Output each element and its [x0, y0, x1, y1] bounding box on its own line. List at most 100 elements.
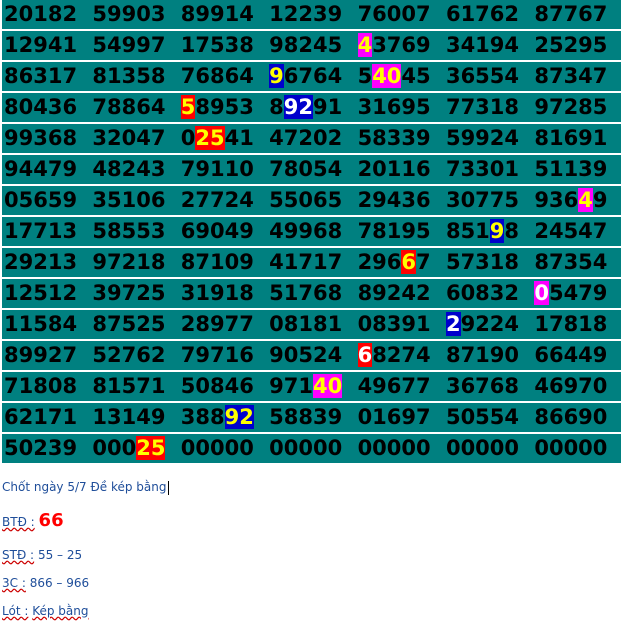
cell-number: 20116 [357, 157, 431, 181]
cell-number: 62171 [4, 405, 78, 429]
grid-cell: 12941 [2, 31, 90, 60]
number-grid: 20182 59903 89914 12239 76007 61762 87767 12941… [2, 0, 621, 463]
note-title-text: Chốt ngày 5/7 Đề kép bằng [2, 480, 167, 494]
grid-row: 71808 81571 50846 97140 49677 36768 46970 [2, 372, 621, 403]
grid-cell: 77318 [444, 93, 532, 122]
cell-number: 08391 [357, 312, 431, 336]
grid-cell: 17713 [2, 217, 90, 246]
bc-label: 3C : [2, 576, 26, 590]
cell-digits: 8 [269, 95, 284, 119]
cell-number: 61762 [445, 2, 520, 26]
cell-number: 50846 [180, 374, 254, 398]
grid-cell: 60832 [444, 279, 532, 308]
cell-number: 49677 [357, 374, 431, 398]
grid-cell: 27724 [179, 186, 267, 215]
highlighted-digits: 4 [578, 188, 593, 212]
cell-number: 98245 [269, 33, 343, 57]
grid-cell: 97218 [90, 248, 178, 277]
cell-number: 97218 [92, 250, 166, 274]
highlighted-digits: 0 [534, 281, 549, 305]
note-btd: BTĐ : 66 [2, 510, 64, 531]
grid-cell: 51139 [532, 155, 620, 184]
grid-cell: 38892 [179, 403, 267, 432]
grid-cell: 97140 [267, 372, 355, 401]
grid-cell: 59924 [444, 124, 532, 153]
cell-number: 71808 [4, 374, 78, 398]
cell-number: 41717 [269, 250, 343, 274]
grid-row: 50239 00025 00000 00000 00000 00000 00000 [2, 434, 621, 463]
cell-number: 34194 [445, 33, 520, 57]
cell-number: 52762 [92, 343, 166, 367]
cell-number: 12512 [4, 281, 78, 305]
cell-digits: 41 [224, 126, 254, 150]
grid-cell: 20116 [356, 155, 444, 184]
grid-cell: 29224 [444, 310, 532, 339]
cell-number: 20182 [4, 2, 78, 26]
cell-number: 35106 [92, 188, 166, 212]
cell-number: 77318 [445, 95, 520, 119]
grid-cell: 35106 [90, 186, 178, 215]
highlighted-digits: 40 [313, 374, 343, 398]
cell-number: 86690 [534, 405, 608, 429]
cell-digits: 296 [357, 250, 402, 274]
cell-number: 58339 [357, 126, 431, 150]
grid-cell: 00000 [444, 434, 532, 463]
grid-cell: 47202 [267, 124, 355, 153]
grid-row: 12941 54997 17538 98245 43769 34194 25295 [2, 31, 621, 62]
grid-cell: 59903 [90, 0, 178, 29]
std-label: STĐ : [2, 548, 35, 562]
highlighted-digits: 40 [372, 64, 402, 88]
grid-row: 86317 81358 76864 96764 54045 36554 87347 [2, 62, 621, 93]
grid-cell: 89914 [179, 0, 267, 29]
grid-cell: 90524 [267, 341, 355, 370]
cell-number: 59924 [445, 126, 520, 150]
cell-number: 47202 [269, 126, 343, 150]
cell-digits: 8953 [195, 95, 254, 119]
cell-number: 59903 [92, 2, 166, 26]
cell-digits: 7 [416, 250, 431, 274]
grid-cell: 28977 [179, 310, 267, 339]
grid-cell: 86690 [532, 403, 620, 432]
cell-number: 89914 [180, 2, 254, 26]
cell-digits: 0 [180, 126, 196, 150]
cell-digits: 6764 [283, 64, 343, 88]
cell-number: 78054 [269, 157, 343, 181]
grid-cell: 61762 [444, 0, 532, 29]
cell-number: 13149 [92, 405, 166, 429]
grid-cell: 80436 [2, 93, 90, 122]
grid-cell: 78054 [267, 155, 355, 184]
grid-row: 80436 78864 58953 89291 31695 77318 97285 [2, 93, 621, 124]
highlighted-digits: 9 [269, 64, 284, 88]
cell-number: 76864 [180, 64, 254, 88]
grid-cell: 29213 [2, 248, 90, 277]
grid-cell: 87525 [90, 310, 178, 339]
highlighted-digits: 92 [224, 405, 254, 429]
grid-cell: 34194 [444, 31, 532, 60]
grid-cell: 58553 [90, 217, 178, 246]
cell-number: 12239 [269, 2, 343, 26]
grid-cell: 81691 [532, 124, 620, 153]
grid-cell: 01697 [356, 403, 444, 432]
grid-cell: 78195 [356, 217, 444, 246]
grid-cell: 00025 [90, 434, 178, 463]
btd-label: BTĐ : [2, 515, 35, 529]
note-lot: Lót : Kép bằng [2, 604, 89, 618]
cell-number: 32047 [92, 126, 166, 150]
grid-cell: 29667 [356, 248, 444, 277]
grid-cell: 58953 [179, 93, 267, 122]
cell-number: 00000 [180, 436, 254, 460]
grid-cell: 69049 [179, 217, 267, 246]
grid-cell: 89927 [2, 341, 90, 370]
grid-cell: 79110 [179, 155, 267, 184]
cell-number: 51139 [534, 157, 608, 181]
cell-number: 46970 [534, 374, 608, 398]
grid-row: 94479 48243 79110 78054 20116 73301 51139 [2, 155, 621, 186]
grid-cell: 54997 [90, 31, 178, 60]
text-caret [167, 480, 169, 495]
highlighted-digits: 2 [445, 312, 461, 336]
grid-cell: 50846 [179, 372, 267, 401]
cell-number: 11584 [4, 312, 78, 336]
note-title[interactable]: Chốt ngày 5/7 Đề kép bằng [2, 480, 169, 495]
cell-number: 58839 [269, 405, 343, 429]
grid-cell: 46970 [532, 372, 620, 401]
